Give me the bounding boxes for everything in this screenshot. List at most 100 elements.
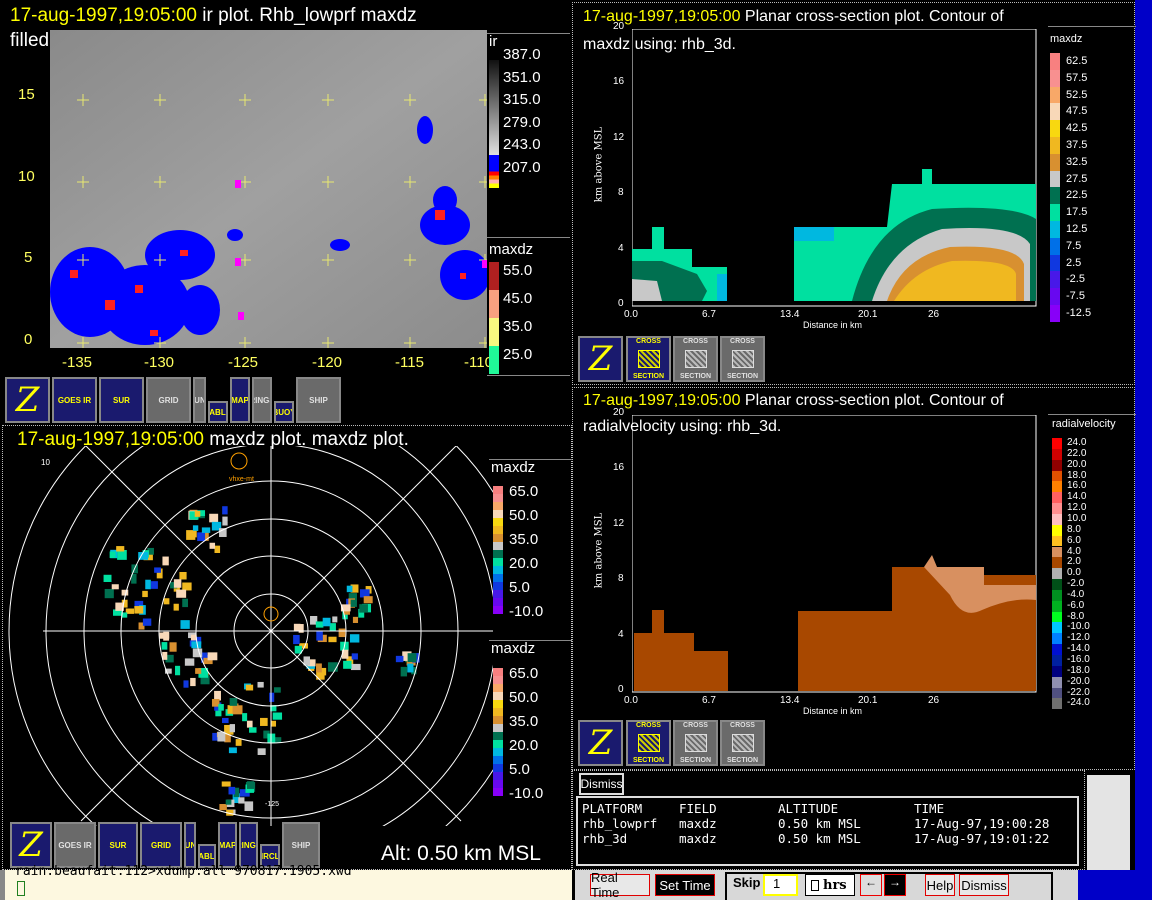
tool-button-sur[interactable]: SUR [98, 822, 138, 868]
radar-echo [162, 651, 168, 660]
colorbar-swatch [1052, 557, 1062, 569]
colorbar-label: 27.5 [1066, 172, 1088, 185]
colorbar-swatch [493, 486, 503, 494]
tool-button-buoy[interactable]: BUOY [274, 401, 294, 423]
colorbar-swatch [493, 582, 503, 590]
tool-button-goes-ir[interactable]: GOES IR [54, 822, 96, 868]
step-back-button[interactable]: ← [860, 874, 882, 896]
tool-button-grid[interactable]: GRID [146, 377, 191, 423]
x-tick-label: 26 [928, 695, 940, 706]
maxdz-cross-section-window: 17-aug-1997,19:05:00 Planar cross-sectio… [572, 2, 1136, 385]
colorbar-swatch [1052, 513, 1062, 525]
colorbar-label: -10.0 [1067, 621, 1090, 633]
hrs-unit-menu[interactable]: hrs [805, 874, 855, 896]
radar-echo [179, 571, 187, 580]
terminal-window[interactable]: rain:beaufait:112>xdump.all 970817.1905.… [0, 864, 572, 900]
cross-section-tool-button[interactable]: CROSS SECTION [720, 336, 765, 382]
tool-button-z[interactable]: Z [10, 822, 52, 868]
cross-section-tool-button[interactable]: CROSS SECTION [626, 720, 671, 766]
cross-section-tool-button[interactable]: CROSS SECTION [673, 720, 718, 766]
colorbar-label: 32.5 [1066, 155, 1088, 168]
skip-input[interactable]: 1 [763, 874, 798, 896]
document-icon [811, 879, 819, 891]
colorbar-swatch [493, 740, 503, 748]
colorbar-label: 35.0 [503, 318, 533, 335]
z-tool-button[interactable]: Z [578, 720, 623, 766]
colorbar-swatch [493, 550, 503, 558]
hrs-label: hrs [823, 877, 847, 893]
dismiss-all-button[interactable]: Dismiss [959, 874, 1009, 896]
colorbar-label: 5.0 [509, 761, 530, 778]
colorbar-swatch [493, 494, 503, 502]
station-circle-icon [230, 452, 248, 470]
data-info-window: Dismiss PLATFORM FIELD ALTITUDE TIME rhb_low… [572, 770, 1085, 870]
tool-button-bounds[interactable]: BOUNDS [184, 822, 196, 868]
help-button[interactable]: Help [925, 874, 955, 896]
table-cell: 0.50 km MSL [778, 816, 861, 831]
maxdz-cross-section-plot[interactable] [632, 29, 1037, 307]
radialvelocity-cross-section-plot[interactable] [632, 415, 1037, 693]
radar-echo [349, 634, 360, 643]
cross-section-tool-button[interactable]: CROSS SECTION [673, 336, 718, 382]
colorbar-swatch [1052, 481, 1062, 493]
cross-section-tool-button[interactable]: CROSS SECTION [626, 336, 671, 382]
tool-button-sur[interactable]: SUR [99, 377, 144, 423]
table-cell: rhb_lowprf [582, 816, 658, 831]
radar-echo [145, 579, 151, 590]
colorbar-label: 14.0 [1067, 491, 1087, 503]
radar-echo [246, 720, 253, 728]
tool-button-bounds[interactable]: BOUNDS [193, 377, 206, 423]
colorbar-label: 6.0 [1067, 534, 1081, 546]
radar-echo [103, 574, 112, 582]
radar-echo [260, 717, 268, 726]
tool-button-ship[interactable]: SHIP [282, 822, 320, 868]
colorbar-swatch [493, 502, 503, 510]
cross-section-tool-button[interactable]: CROSS SECTION [720, 720, 765, 766]
cube-icon [637, 734, 660, 752]
radar-echo [346, 585, 353, 593]
radar-echo [111, 584, 119, 590]
colorbar-label: 12.0 [1067, 502, 1087, 514]
radar-echo [274, 737, 282, 743]
radar-echo [246, 781, 255, 789]
tool-button-goes-ir[interactable]: GOES IR [52, 377, 97, 423]
y-tick-label: 16 [613, 462, 625, 474]
colorbar-swatch [489, 318, 499, 346]
y-axis-label: km above MSL [593, 126, 605, 203]
cube-icon [684, 734, 707, 752]
ir-satellite-map[interactable] [50, 30, 487, 348]
radar-echo [191, 530, 197, 538]
colorbar-swatch [493, 676, 503, 684]
tool-button-map[interactable]: MAP [218, 822, 237, 868]
step-forward-button[interactable]: → [884, 874, 906, 896]
colorbar-swatch [493, 748, 503, 756]
colorbar-swatch [1050, 288, 1060, 305]
colorbar-swatch [493, 756, 503, 764]
tool-button-rings[interactable]: RINGS [252, 377, 272, 423]
skip-label: Skip [733, 875, 761, 890]
tool-button-map[interactable]: MAP [230, 377, 250, 423]
polar-radar-plot[interactable] [3, 446, 493, 826]
tool-button-grid[interactable]: GRID [140, 822, 182, 868]
colorbar-swatch [493, 526, 503, 534]
title-timestamp: 17-aug-1997,19:05:00 [583, 392, 741, 409]
tool-button-rings[interactable]: RINGS [239, 822, 258, 868]
xsec-title: 17-aug-1997,19:05:00 Planar cross-sectio… [583, 6, 1004, 28]
tool-button-table[interactable]: TABLE [208, 401, 228, 423]
colorbar-swatch [1050, 137, 1060, 154]
real-time-button[interactable]: Real Time [590, 870, 650, 900]
z-tool-button[interactable]: Z [578, 336, 623, 382]
tool-button-z[interactable]: Z [5, 377, 50, 423]
radar-echo [116, 546, 125, 552]
colorbar-swatch [1050, 221, 1060, 238]
gray-filler [1085, 775, 1130, 870]
radar-echoes [103, 506, 420, 816]
y-tick-label: 4 [618, 628, 624, 640]
tool-button-ship[interactable]: SHIP [296, 377, 341, 423]
colorbar-swatch [1052, 655, 1062, 666]
radar-echo [232, 705, 243, 715]
dismiss-button[interactable]: Dismiss [579, 773, 624, 795]
colorbar-label: -24.0 [1067, 697, 1090, 709]
set-time-button[interactable]: Set Time [655, 874, 715, 896]
colorbar-swatch [493, 590, 503, 598]
